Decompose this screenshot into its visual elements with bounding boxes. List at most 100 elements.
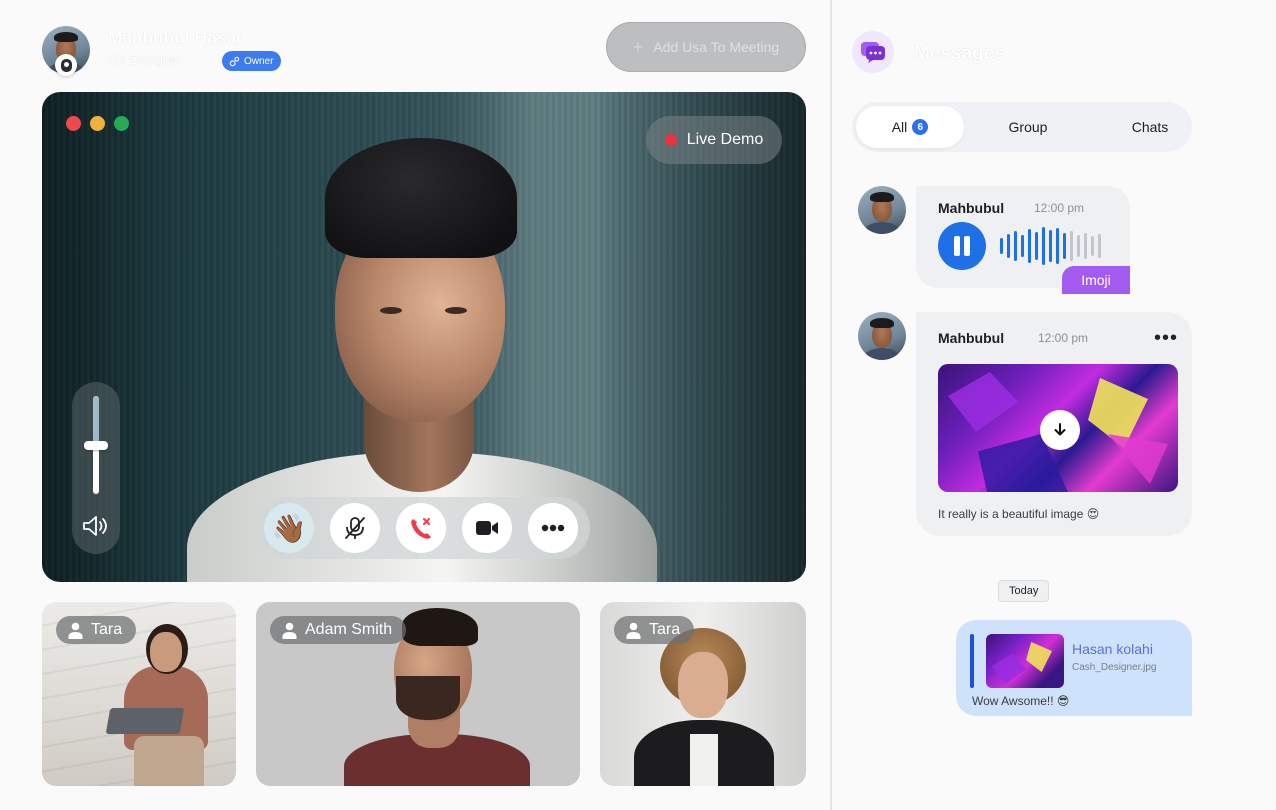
waveform-bar	[1098, 234, 1101, 258]
reply-thumbnail[interactable]	[986, 634, 1064, 688]
volume-thumb[interactable]	[84, 441, 108, 450]
participant-name: Tara	[649, 621, 681, 638]
mute-button[interactable]	[330, 503, 380, 553]
user-icon	[626, 622, 641, 639]
meeting-area: Mahbubul Hasan UX Designer Owner + Add U…	[0, 0, 830, 810]
waveform-bar	[1042, 227, 1045, 265]
message-sender: Mahbubul	[938, 330, 1005, 346]
tab-all-label: All	[891, 119, 908, 135]
host-name: Mahbubul Hasan	[108, 28, 247, 47]
video-icon	[476, 521, 498, 535]
user-icon	[282, 622, 297, 639]
message-time: 12:00 pm	[1034, 201, 1085, 215]
participant-label: Adam Smith	[270, 616, 407, 644]
waveform-bar	[1063, 233, 1066, 259]
reply-indicator	[970, 634, 974, 688]
waveform-bar	[1091, 236, 1094, 256]
host-role: UX Designer	[108, 52, 182, 67]
speaker-eye-left	[380, 307, 402, 314]
participant-face	[150, 632, 182, 672]
waveform-bar	[1007, 234, 1010, 258]
pause-button[interactable]	[938, 222, 986, 270]
live-badge: Live Demo	[646, 116, 782, 164]
outgoing-message-bubble: Hasan kolahi Cash_Designer.jpg Wow Awsom…	[956, 620, 1192, 716]
add-to-meeting-button[interactable]: + Add Usa To Meeting	[606, 22, 806, 72]
waveform-bar	[1014, 231, 1017, 261]
window-maximize-dot[interactable]	[114, 116, 129, 131]
volume-icon[interactable]	[81, 514, 111, 538]
waveform-bar	[1056, 228, 1059, 264]
messages-title: Messages	[914, 43, 1005, 64]
more-icon	[541, 524, 565, 532]
waveform-bar	[1077, 235, 1080, 257]
owner-label: Owner	[244, 55, 274, 67]
camera-icon[interactable]	[55, 54, 77, 76]
tab-all-count: 6	[912, 119, 929, 135]
message-time: 12:00 pm	[1038, 331, 1089, 345]
participant-tile[interactable]: Tara	[42, 602, 236, 786]
plus-icon: +	[632, 37, 644, 57]
user-icon	[68, 622, 83, 639]
message-tabs: All 6 Group Chats	[852, 102, 1192, 152]
tab-group[interactable]: Group	[970, 106, 1086, 148]
owner-badge: Owner	[222, 51, 282, 71]
tab-chats[interactable]: Chats	[1090, 106, 1210, 148]
participant-tile[interactable]: Tara	[600, 602, 806, 786]
messages-panel: Messages All 6 Group Chats Mahbubul 12:0…	[832, 0, 1276, 810]
tab-group-label: Group	[1008, 119, 1048, 135]
waveform-bar	[1000, 238, 1003, 254]
participant-laptop	[105, 708, 185, 734]
download-button[interactable]	[1040, 410, 1080, 450]
waveform-bar	[1028, 229, 1031, 263]
download-icon	[1054, 423, 1066, 436]
reply-file-name: Cash_Designer.jpg	[1072, 662, 1157, 673]
voice-waveform[interactable]	[1000, 226, 1101, 266]
messages-icon	[852, 31, 894, 73]
window-minimize-dot[interactable]	[90, 116, 105, 131]
live-label: Live Demo	[686, 131, 764, 148]
participant-name: Adam Smith	[305, 621, 393, 638]
message-sender: Mahbubul	[938, 200, 1005, 216]
video-button[interactable]	[462, 503, 512, 553]
participant-label: Tara	[56, 616, 137, 644]
speaker-eye-right	[445, 307, 467, 314]
call-controls: 👋🏾	[258, 497, 590, 559]
waveform-bar	[1084, 233, 1087, 259]
waveform-bar	[1021, 235, 1024, 257]
tab-chats-label: Chats	[1131, 119, 1169, 135]
more-button[interactable]	[528, 503, 578, 553]
participant-face	[678, 652, 728, 718]
participant-hair	[402, 608, 478, 646]
add-to-meeting-label: Add Usa To Meeting	[653, 39, 780, 55]
participant-label: Tara	[614, 616, 695, 644]
pause-icon	[954, 236, 960, 256]
participant-tile[interactable]: Adam Smith	[256, 602, 580, 786]
raise-hand-button[interactable]: 👋🏾	[264, 503, 314, 553]
message-options-icon[interactable]: •••	[1154, 328, 1178, 348]
date-divider: Today	[998, 580, 1050, 602]
shared-image[interactable]	[938, 364, 1178, 492]
participant-legs	[134, 736, 204, 786]
live-dot	[664, 134, 677, 146]
avatar[interactable]	[858, 312, 906, 360]
end-call-button[interactable]	[396, 503, 446, 553]
participant-beard	[396, 676, 460, 720]
avatar[interactable]	[858, 186, 906, 234]
waveform-bar	[1049, 230, 1052, 262]
imoji-tag[interactable]: Imoji	[1062, 266, 1130, 294]
volume-fill	[93, 396, 99, 445]
end-call-icon	[411, 518, 431, 539]
waveform-bar	[1035, 232, 1038, 260]
image-caption: It really is a beautiful image 😍	[938, 507, 1100, 521]
participant-name: Tara	[91, 621, 123, 638]
volume-panel	[72, 382, 120, 554]
mic-off-icon	[345, 517, 365, 539]
main-video[interactable]: Live Demo 👋🏾	[42, 92, 806, 582]
reply-sender: Hasan kolahi	[1072, 641, 1153, 657]
outgoing-text: Wow Awsome!! 😎	[972, 694, 1070, 708]
tab-all[interactable]: All 6	[856, 106, 964, 148]
window-close-dot[interactable]	[66, 116, 81, 131]
wave-icon: 👋🏾	[271, 512, 307, 544]
owner-icon	[229, 56, 240, 66]
waveform-bar	[1070, 231, 1073, 261]
